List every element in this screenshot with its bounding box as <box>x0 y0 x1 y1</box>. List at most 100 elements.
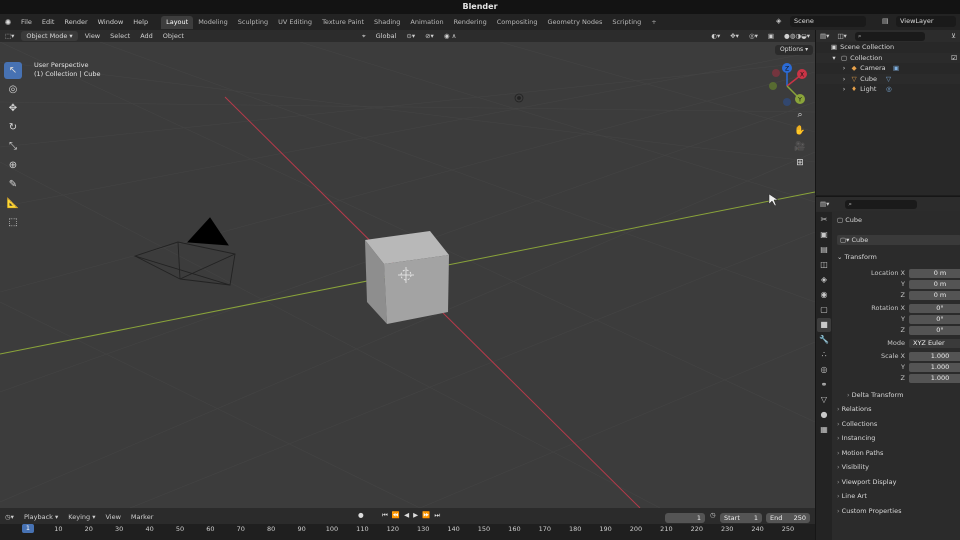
menu-view[interactable]: View <box>80 32 105 40</box>
tab-sculpting[interactable]: Sculpting <box>233 16 273 29</box>
camera-view-icon[interactable]: 🎥 <box>793 140 807 154</box>
mode-selector[interactable]: Object Mode ▾ <box>21 31 78 41</box>
rotate-tool-icon[interactable]: ↻ <box>4 119 22 136</box>
render-tab-icon[interactable]: ▣ <box>817 228 831 242</box>
current-frame-field[interactable]: 1 <box>665 513 705 523</box>
outliner-search-input[interactable]: ⌕ <box>854 31 925 41</box>
instancing-panel[interactable]: Instancing <box>837 434 876 442</box>
scene-tab-icon[interactable]: ◈ <box>817 273 831 287</box>
camera-data-icon[interactable]: ▣ <box>893 63 899 74</box>
modifier-tab-icon[interactable]: 🔧 <box>817 333 831 347</box>
location-z-field[interactable]: 0 m <box>909 291 960 300</box>
scale-tool-icon[interactable]: ⤡ <box>4 138 22 155</box>
record-icon[interactable]: ● <box>358 511 364 519</box>
pivot-point-icon[interactable]: ⊙▾ <box>401 32 420 40</box>
tab-rendering[interactable]: Rendering <box>449 16 492 29</box>
cube-object[interactable] <box>365 231 449 324</box>
location-x-field[interactable]: 0 m <box>909 269 960 278</box>
options-dropdown[interactable]: Options ▾ <box>775 45 814 55</box>
tab-animation[interactable]: Animation <box>405 16 448 29</box>
menu-marker[interactable]: Marker <box>126 513 158 521</box>
expand-icon[interactable]: › <box>840 74 848 85</box>
tool-tab-icon[interactable]: ✂ <box>817 213 831 227</box>
view-layer-selector[interactable]: ViewLayer <box>896 16 956 27</box>
tab-uv-editing[interactable]: UV Editing <box>273 16 317 29</box>
perspective-grid-icon[interactable]: ⊞ <box>793 156 807 170</box>
display-mode-icon[interactable]: ◫▾ <box>833 32 850 40</box>
menu-view-timeline[interactable]: View <box>100 513 125 521</box>
collection-row[interactable]: ▾ ▢ Collection ☑ <box>816 52 960 64</box>
menu-render[interactable]: Render <box>59 18 92 26</box>
menu-playback[interactable]: Playback ▾ <box>19 513 63 521</box>
rotation-x-field[interactable]: 0° <box>909 304 960 313</box>
blender-logo-icon[interactable]: ✺ <box>0 18 16 27</box>
cursor-tool-icon[interactable]: ◎ <box>4 81 22 98</box>
gizmo-toggle-icon[interactable]: ✥▾ <box>725 32 744 40</box>
tab-layout[interactable]: Layout <box>161 15 194 29</box>
menu-object[interactable]: Object <box>158 32 189 40</box>
navigation-gizmo[interactable]: X Y Z <box>769 63 807 106</box>
constraints-tab-icon[interactable]: ⚭ <box>817 378 831 392</box>
add-cube-tool-icon[interactable]: ⬚ <box>4 214 22 231</box>
camera-object[interactable] <box>133 217 236 286</box>
menu-window[interactable]: Window <box>93 18 129 26</box>
location-y-field[interactable]: 0 m <box>909 280 960 289</box>
object-tab-icon[interactable]: ■ <box>817 318 831 332</box>
outliner-row-cube[interactable]: › ▽ Cube ▽ <box>816 73 960 85</box>
custom-properties-panel[interactable]: Custom Properties <box>837 507 902 515</box>
editor-type-icon[interactable]: ⬚▾ <box>0 32 19 40</box>
object-name-field[interactable]: ▢▾ Cube <box>837 235 960 245</box>
outliner-row-camera[interactable]: › ◆ Camera ▣ <box>816 63 960 74</box>
tab-modeling[interactable]: Modeling <box>193 16 233 29</box>
tab-texture-paint[interactable]: Texture Paint <box>317 16 369 29</box>
scene-icon[interactable]: ◈ <box>776 17 781 25</box>
transform-orientation-icon[interactable]: ⌖ <box>357 32 371 41</box>
data-tab-icon[interactable]: ▽ <box>817 393 831 407</box>
snap-icon[interactable]: ⊘▾ <box>420 32 439 40</box>
end-frame-field[interactable]: End 250 <box>766 513 810 523</box>
proportional-edit-icon[interactable]: ◉ ∧ <box>439 32 462 40</box>
xray-icon[interactable]: ▣ <box>763 32 779 40</box>
3d-viewport[interactable]: X Y Z User Perspective (1) Collection | … <box>0 42 815 508</box>
menu-help[interactable]: Help <box>128 18 153 26</box>
motion-paths-panel[interactable]: Motion Paths <box>837 449 884 457</box>
transform-tool-icon[interactable]: ⊕ <box>4 157 22 174</box>
select-box-icon[interactable]: ↖ <box>4 62 22 79</box>
viewport-display-panel[interactable]: Viewport Display <box>837 478 897 486</box>
scene-collection-row[interactable]: ▣ Scene Collection <box>816 42 960 53</box>
tab-scripting[interactable]: Scripting <box>607 16 646 29</box>
menu-add[interactable]: Add <box>135 32 158 40</box>
scene-selector[interactable]: Scene <box>790 16 866 27</box>
texture-tab-icon[interactable]: ▦ <box>817 423 831 437</box>
output-tab-icon[interactable]: ▤ <box>817 243 831 257</box>
add-workspace-button[interactable]: + <box>646 18 661 26</box>
measure-tool-icon[interactable]: 📐 <box>4 195 22 212</box>
collection-checkbox-icon[interactable]: ☑ <box>951 53 957 64</box>
menu-keying[interactable]: Keying ▾ <box>63 513 100 521</box>
visibility-icon[interactable]: ◐▾ <box>706 32 725 40</box>
rotation-y-field[interactable]: 0° <box>909 315 960 324</box>
menu-edit[interactable]: Edit <box>37 18 60 26</box>
tab-shading[interactable]: Shading <box>369 16 405 29</box>
collection-tab-icon[interactable]: ▢ <box>817 303 831 317</box>
outliner-editor-icon[interactable]: ▤▾ <box>816 32 833 40</box>
orientation-selector[interactable]: Global <box>371 32 402 40</box>
current-frame-indicator[interactable]: 1 <box>22 524 34 533</box>
preview-range-icon[interactable]: ◷ <box>710 511 716 519</box>
collections-panel[interactable]: Collections <box>837 420 878 428</box>
expand-icon[interactable]: › <box>840 84 848 95</box>
timeline-editor-icon[interactable]: ◷▾ <box>0 513 19 521</box>
delta-transform-panel[interactable]: Delta Transform <box>847 391 904 399</box>
view-layer-icon[interactable]: ▤ <box>882 17 889 25</box>
playback-controls[interactable]: ⏮ ⏪ ◀ ▶ ⏩ ⏭ <box>382 511 441 520</box>
transform-panel-header[interactable]: ⌄ Transform <box>837 253 877 261</box>
filter-icon[interactable]: ⊻ <box>951 32 960 40</box>
expand-icon[interactable]: ▾ <box>830 53 838 64</box>
world-tab-icon[interactable]: ◉ <box>817 288 831 302</box>
mesh-data-icon[interactable]: ▽ <box>886 74 891 85</box>
start-frame-field[interactable]: Start 1 <box>720 513 762 523</box>
expand-icon[interactable]: › <box>840 63 848 74</box>
move-tool-icon[interactable]: ✥ <box>4 100 22 117</box>
menu-file[interactable]: File <box>16 18 37 26</box>
physics-tab-icon[interactable]: ◎ <box>817 363 831 377</box>
